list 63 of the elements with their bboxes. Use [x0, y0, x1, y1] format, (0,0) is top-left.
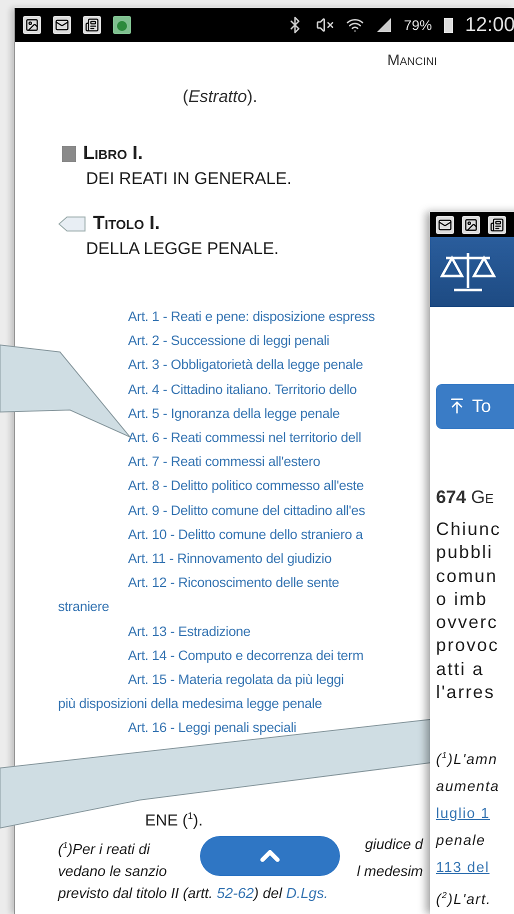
tag-icon: [57, 215, 87, 233]
mail-icon: [436, 216, 454, 234]
article-link[interactable]: Art. 8 - Delitto politico commesso all'este: [15, 474, 429, 499]
footnote-text: ($^{1}$)L'amn: [436, 749, 499, 770]
to-top-button[interactable]: To: [436, 384, 514, 429]
article-link[interactable]: Art. 6 - Reati commessi nel territorio dell: [15, 426, 429, 450]
book-label: Libro I.: [83, 143, 143, 165]
battery-percent: 79%: [404, 17, 432, 33]
article-link-continuation[interactable]: straniere: [15, 595, 429, 620]
article-link[interactable]: Art. 13 - Estradizione: [15, 620, 429, 644]
article-link[interactable]: Art. 14 - Computo e decorrenza dei term: [15, 644, 429, 668]
article-text: pubbli: [436, 541, 494, 564]
clock: 12:00: [464, 14, 514, 36]
article-link[interactable]: Art. 2 - Successione di leggi penali: [15, 329, 429, 354]
article-link[interactable]: Art. 10 - Delitto comune dello straniero a: [15, 522, 429, 548]
gallery-icon: [462, 216, 480, 234]
excerpt-note: (Estratto).: [182, 87, 258, 107]
mail-icon: [53, 16, 71, 34]
article-link[interactable]: Art. 11 - Rinnovamento del giudizio: [15, 547, 429, 572]
footnote-text: giudice d: [364, 836, 423, 855]
article-text: atti a: [436, 658, 486, 681]
article-link[interactable]: Art. 5 - Ignoranza della legge penale: [15, 402, 429, 426]
wifi-icon: [346, 16, 364, 34]
article-heading: 674 Ge: [436, 486, 495, 508]
chapter-heading: ENE ($^{1}$).: [145, 810, 203, 830]
signal-icon: [376, 17, 392, 33]
footnote-text: ) del: [254, 886, 284, 902]
footnote-text: vedano le sanzio: [58, 862, 167, 882]
law-link[interactable]: 52-62: [216, 886, 254, 902]
footnote-text: ($^{2}$)L'art.: [436, 889, 492, 910]
article-text: ovverc: [436, 611, 500, 634]
article-link[interactable]: Art. 9 - Delitto comune del cittadino all'es: [15, 498, 429, 523]
article-link[interactable]: Art. 1 - Reati e pene: disposizione espress: [15, 305, 429, 330]
section-title: DELLA LEGGE PENALE.: [85, 239, 280, 259]
book-title: DEI REATI IN GENERALE.: [85, 169, 293, 189]
footnote-text: aumenta: [436, 778, 500, 798]
footnote-text: l medesim: [356, 862, 423, 882]
article-text: Chiunc: [436, 518, 502, 541]
law-link[interactable]: luglio 1: [436, 801, 514, 828]
arrow-up-to-line-icon: [448, 397, 466, 416]
book-icon: [61, 145, 77, 163]
gallery-icon: [23, 16, 41, 34]
law-link[interactable]: 113 del: [436, 855, 514, 882]
article-text: l'arres: [436, 681, 496, 704]
footnote-text: ($^{1}$)Per i reati di: [58, 838, 150, 860]
section-label: Titolo I.: [93, 213, 160, 235]
footnote-text: previsto dal titolo II (artt.: [58, 886, 214, 902]
scales-icon: [440, 250, 496, 294]
author-name: Mancini: [387, 52, 437, 69]
mute-icon: [316, 16, 334, 34]
battery-icon: [444, 18, 453, 32]
article-text: o imb: [436, 588, 489, 611]
article-text: provoc: [436, 634, 500, 658]
article-text: comun: [436, 564, 499, 588]
article-link[interactable]: Art. 15 - Materia regolata da più leggi: [15, 668, 429, 692]
footnote-text: penale: [436, 832, 487, 852]
scroll-up-button[interactable]: [200, 836, 340, 876]
article-link[interactable]: Art. 12 - Riconoscimento delle sente: [15, 571, 429, 596]
news-icon: [83, 16, 101, 34]
law-link[interactable]: D.Lgs.: [286, 886, 328, 902]
article-link[interactable]: Art. 7 - Reati commessi all'estero: [15, 450, 429, 474]
news-icon: [488, 216, 506, 234]
article-link-continuation[interactable]: più disposizioni della medesima legge penale: [15, 692, 429, 716]
